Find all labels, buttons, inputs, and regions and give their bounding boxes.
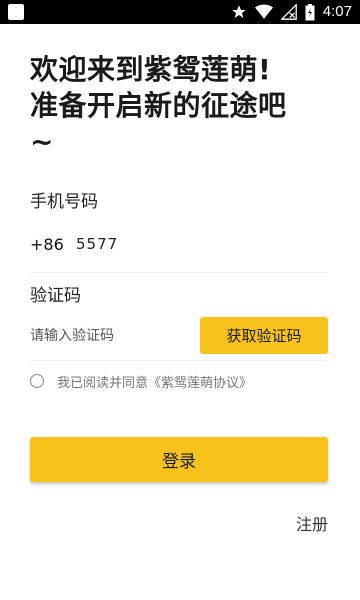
agreement-row[interactable]: 我已阅读并同意《紫鸳莲萌协议》 (30, 370, 252, 392)
status-time: 4:07 (322, 3, 352, 20)
notification-square-icon (8, 4, 24, 20)
get-code-button[interactable]: 获取验证码 (200, 317, 328, 354)
code-label: 验证码 (30, 286, 81, 306)
wifi-icon (254, 4, 273, 20)
divider (30, 360, 328, 361)
code-input[interactable] (30, 324, 190, 348)
status-icons: 4:07 (231, 3, 352, 21)
phone-input[interactable] (76, 235, 328, 253)
status-bar: 4:07 (0, 0, 360, 24)
star-icon (231, 4, 247, 20)
register-link[interactable]: 注册 (296, 514, 328, 536)
phone-row: +86 (30, 230, 328, 258)
phone-label: 手机号码 (30, 192, 98, 212)
divider (30, 272, 328, 273)
agreement-radio[interactable] (30, 374, 44, 388)
page-title: 欢迎来到紫鸳莲萌! 准备开启新的征途吧 ~ (30, 53, 287, 158)
login-button[interactable]: 登录 (30, 437, 328, 482)
battery-charging-icon (305, 3, 315, 21)
no-signal-icon (280, 4, 297, 20)
country-code[interactable]: +86 (30, 235, 76, 254)
agreement-text[interactable]: 我已阅读并同意《紫鸳莲萌协议》 (57, 372, 252, 391)
